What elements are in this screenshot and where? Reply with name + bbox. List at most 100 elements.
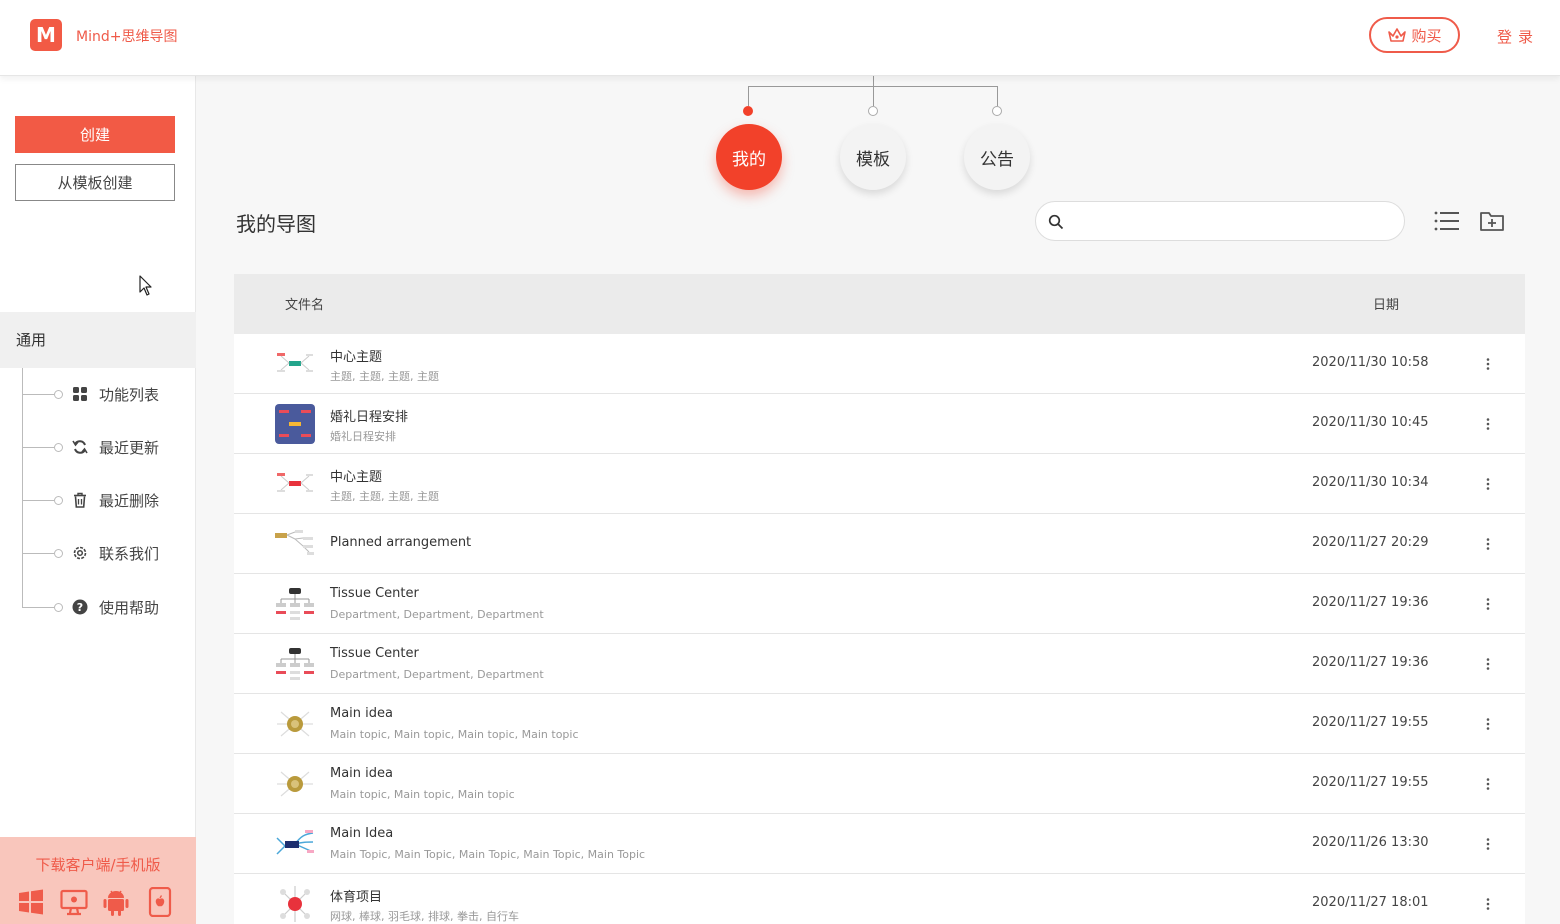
tab-announcements[interactable]: 公告: [964, 124, 1030, 190]
more-options-icon[interactable]: [1478, 772, 1498, 796]
sidebar-item-help[interactable]: ? 使用帮助: [22, 587, 196, 627]
refresh-icon: [71, 438, 89, 456]
new-folder-icon[interactable]: [1479, 210, 1505, 232]
ios-icon[interactable]: [146, 887, 174, 917]
sidebar-item-label: 联系我们: [99, 544, 160, 563]
top-bar: M Mind+思维导图 购买 登录: [0, 0, 1560, 76]
table-row[interactable]: Tissue Center Department, Department, De…: [234, 574, 1525, 634]
file-date: 2020/11/27 20:29: [1312, 535, 1429, 550]
sidebar-item-label: 使用帮助: [99, 598, 160, 617]
file-date: 2020/11/26 13:30: [1312, 835, 1429, 850]
more-options-icon[interactable]: [1478, 532, 1498, 556]
file-title: 中心主题: [330, 470, 383, 485]
crown-icon: [1388, 28, 1407, 42]
mindmap-thumbnail: [276, 588, 314, 620]
download-label[interactable]: 下载客户端/手机版: [0, 854, 196, 875]
section-general[interactable]: 通用: [0, 312, 196, 368]
file-title: 中心主题: [330, 350, 383, 365]
mindmap-thumbnail: [280, 886, 310, 922]
file-date: 2020/11/27 18:01: [1312, 895, 1429, 910]
file-date: 2020/11/27 19:36: [1312, 655, 1429, 670]
file-subtitle: 主题, 主题, 主题, 主题: [330, 490, 439, 503]
page-title: 我的导图: [236, 212, 316, 236]
file-title: Tissue Center: [330, 586, 419, 601]
sidebar-item-label: 最近删除: [99, 491, 160, 510]
sidebar-item-recently-deleted[interactable]: 最近删除: [22, 480, 196, 520]
mindmap-thumbnail: [277, 711, 313, 737]
mindmap-thumbnail: [276, 648, 314, 680]
search-icon: [1048, 214, 1064, 230]
table-row[interactable]: 中心主题 主题, 主题, 主题, 主题 2020/11/30 10:58: [234, 334, 1525, 394]
file-date: 2020/11/27 19:36: [1312, 595, 1429, 610]
app-title[interactable]: Mind+思维导图: [76, 26, 177, 46]
mouse-cursor-icon: [139, 275, 152, 296]
sidebar-item-feature-list[interactable]: 功能列表: [22, 374, 196, 414]
more-options-icon[interactable]: [1478, 412, 1498, 436]
buy-label: 购买: [1411, 26, 1442, 45]
file-subtitle: Main Topic, Main Topic, Main Topic, Main…: [330, 848, 646, 861]
create-from-template-button[interactable]: 从模板创建: [15, 164, 175, 201]
buy-button[interactable]: 购买: [1369, 17, 1460, 53]
table-row[interactable]: Main Idea Main Topic, Main Topic, Main T…: [234, 814, 1525, 874]
more-options-icon[interactable]: [1478, 832, 1498, 856]
table-row[interactable]: Tissue Center Department, Department, De…: [234, 634, 1525, 694]
file-date: 2020/11/27 19:55: [1312, 775, 1429, 790]
table-row[interactable]: 体育项目 网球, 棒球, 羽毛球, 排球, 拳击, 自行车 2020/11/27…: [234, 874, 1525, 924]
android-icon[interactable]: [102, 887, 130, 917]
sidebar-item-contact-us[interactable]: 联系我们: [22, 533, 196, 573]
sidebar: 创建 从模板创建 通用 功能列表 最近更新 最近删除 联系我们 ? 使用帮助 下…: [0, 76, 196, 924]
file-title: 体育项目: [330, 890, 383, 905]
mindmap-thumbnail: [277, 771, 313, 797]
list-view-icon[interactable]: [1434, 210, 1460, 232]
search-input[interactable]: [1074, 208, 1394, 236]
file-title: Tissue Center: [330, 646, 419, 661]
file-subtitle: Department, Department, Department: [330, 608, 544, 621]
column-header-date[interactable]: 日期: [1373, 294, 1399, 313]
file-date: 2020/11/30 10:34: [1312, 475, 1429, 490]
file-subtitle: Department, Department, Department: [330, 668, 544, 681]
file-title: 婚礼日程安排: [330, 410, 409, 425]
table-row[interactable]: 中心主题 主题, 主题, 主题, 主题 2020/11/30 10:34: [234, 454, 1525, 514]
mindmap-thumbnail: [275, 404, 315, 444]
file-subtitle: 婚礼日程安排: [330, 430, 396, 443]
search-box[interactable]: [1035, 201, 1405, 241]
app-logo[interactable]: M: [30, 19, 62, 51]
more-options-icon[interactable]: [1478, 712, 1498, 736]
file-subtitle: Main topic, Main topic, Main topic: [330, 788, 515, 801]
table-row[interactable]: Main idea Main topic, Main topic, Main t…: [234, 694, 1525, 754]
sidebar-item-recent-updates[interactable]: 最近更新: [22, 427, 196, 467]
svg-text:?: ?: [77, 601, 83, 614]
file-date: 2020/11/30 10:45: [1312, 415, 1429, 430]
mindmap-thumbnail: [275, 530, 314, 555]
mindmap-thumbnail: [277, 353, 313, 372]
windows-icon[interactable]: [17, 887, 45, 917]
file-title: Main Idea: [330, 826, 394, 841]
more-options-icon[interactable]: [1478, 892, 1498, 916]
file-title: Planned arrangement: [330, 535, 472, 550]
file-subtitle: Main topic, Main topic, Main topic, Main…: [330, 728, 579, 741]
sidebar-item-label: 功能列表: [99, 385, 160, 404]
mindmap-thumbnail: [276, 830, 314, 855]
more-options-icon[interactable]: [1478, 592, 1498, 616]
column-header-filename[interactable]: 文件名: [285, 294, 324, 313]
table-row[interactable]: Planned arrangement 2020/11/27 20:29: [234, 514, 1525, 574]
gear-icon: [71, 544, 89, 562]
file-subtitle: 网球, 棒球, 羽毛球, 排球, 拳击, 自行车: [330, 910, 519, 923]
tab-mine[interactable]: 我的: [716, 124, 782, 190]
table-row[interactable]: Main idea Main topic, Main topic, Main t…: [234, 754, 1525, 814]
file-title: Main idea: [330, 766, 393, 781]
mindmap-thumbnail: [277, 473, 313, 492]
file-date: 2020/11/30 10:58: [1312, 355, 1429, 370]
table-row[interactable]: 婚礼日程安排 婚礼日程安排 2020/11/30 10:45: [234, 394, 1525, 454]
more-options-icon[interactable]: [1478, 652, 1498, 676]
file-list: 中心主题 主题, 主题, 主题, 主题 2020/11/30 10:58 婚礼日…: [234, 334, 1525, 924]
more-options-icon[interactable]: [1478, 352, 1498, 376]
more-options-icon[interactable]: [1478, 472, 1498, 496]
create-button[interactable]: 创建: [15, 116, 175, 153]
file-title: Main idea: [330, 706, 393, 721]
desktop-icon[interactable]: [60, 887, 88, 917]
tab-templates[interactable]: 模板: [840, 124, 906, 190]
grid-icon: [71, 385, 89, 403]
help-icon: ?: [71, 598, 89, 616]
login-link[interactable]: 登录: [1497, 26, 1539, 47]
